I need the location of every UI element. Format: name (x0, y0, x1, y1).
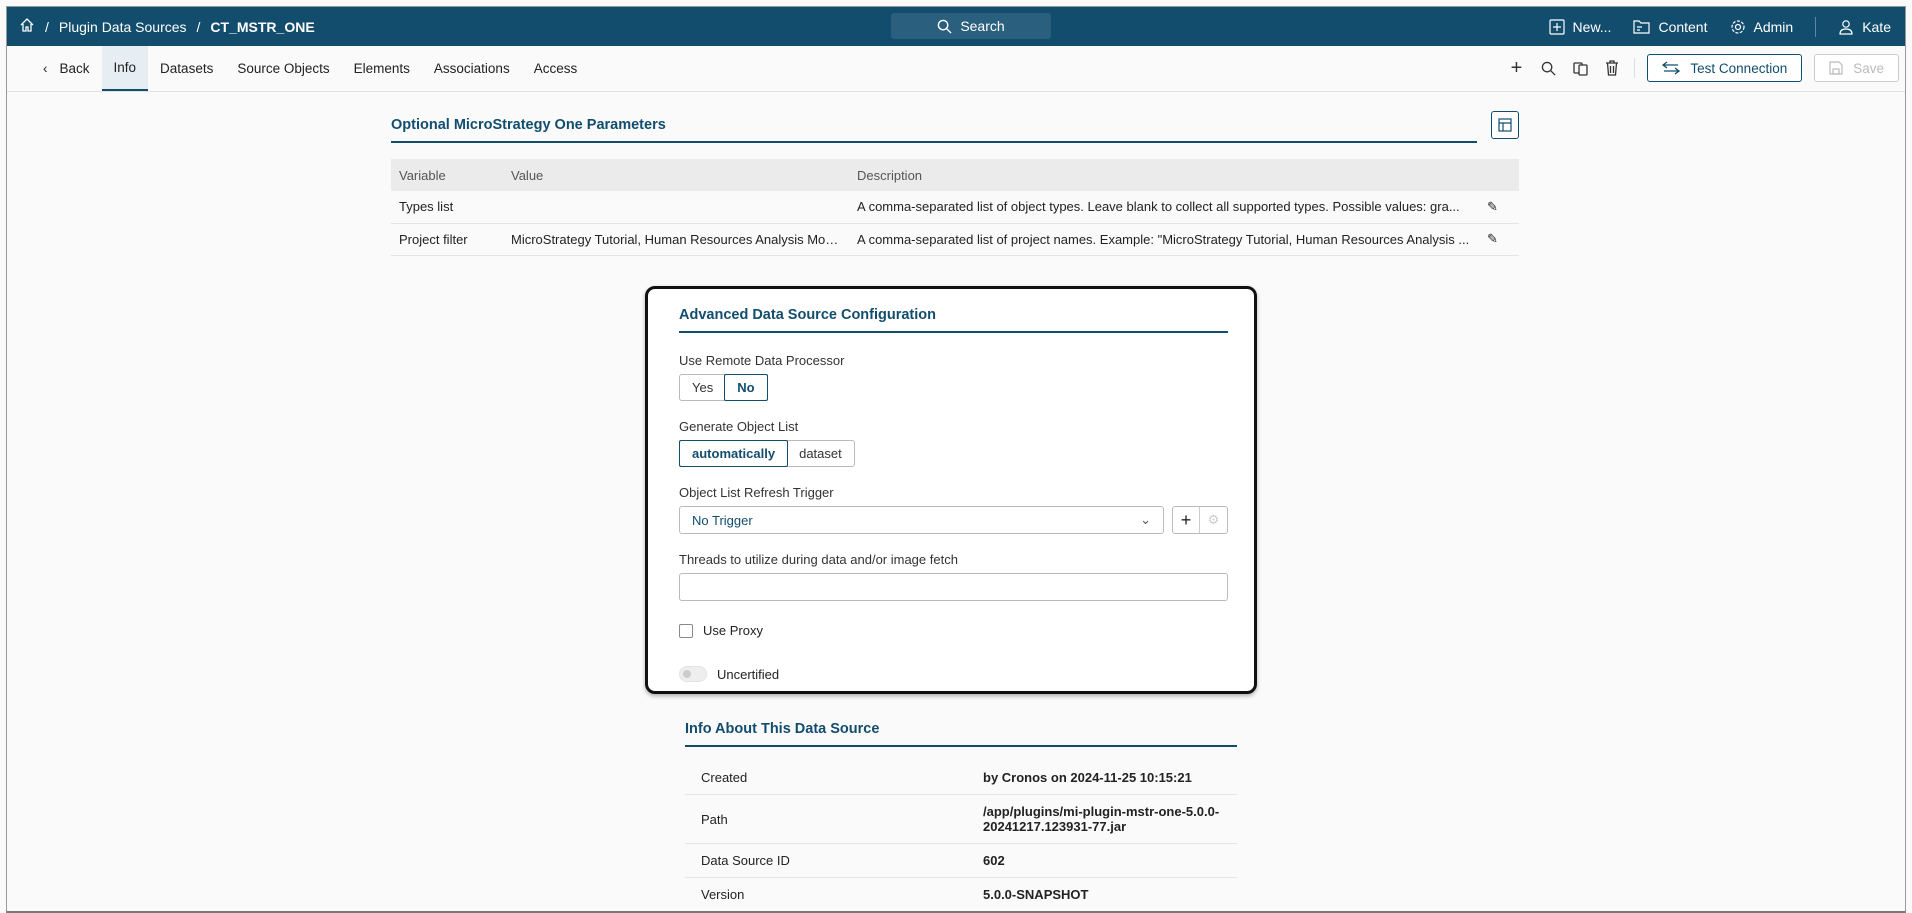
gear-icon (1730, 19, 1745, 34)
gear-icon[interactable]: ⚙ (1200, 507, 1227, 533)
tab-datasets[interactable]: Datasets (148, 46, 225, 91)
plus-square-icon (1548, 18, 1565, 35)
search-icon[interactable] (1538, 58, 1558, 78)
save-button[interactable]: Save (1814, 54, 1899, 82)
table-layout-button[interactable] (1491, 111, 1519, 139)
test-connection-button[interactable]: Test Connection (1647, 54, 1803, 82)
refresh-trigger-select[interactable]: No Trigger ⌄ (679, 506, 1164, 534)
search-button[interactable]: Search (891, 13, 1051, 39)
tab-info[interactable]: Info (101, 46, 149, 91)
table-row: Data Source ID 602 (685, 843, 1237, 878)
search-icon (938, 19, 952, 34)
chevron-down-icon: ⌄ (1140, 512, 1151, 527)
folder-icon (1633, 20, 1651, 34)
info-section: Info About This Data Source Created by Cr… (685, 721, 1237, 911)
section-title: Info About This Data Source (685, 721, 1237, 747)
remote-processor-toggle: Yes No (679, 374, 768, 401)
table-row: Types list A comma-separated list of obje… (391, 191, 1519, 224)
table-row: Path/app/plugins/mi-plugin-mstr-one-5.0.… (685, 794, 1237, 844)
save-icon (1829, 61, 1843, 75)
tab-bar: ‹ Back Info Datasets Source Objects Eleme… (7, 46, 1905, 92)
edit-pencil-icon[interactable]: ✎ (1479, 191, 1519, 224)
edit-pencil-icon[interactable]: ✎ (1479, 223, 1519, 256)
certified-toggle[interactable] (679, 666, 707, 682)
advanced-config-card: Advanced Data Source Configuration Use R… (645, 286, 1257, 694)
breadcrumb-current: CT_MSTR_ONE (210, 18, 315, 35)
new-button[interactable]: New... (1548, 18, 1611, 35)
table-row: Created by Cronos on 2024-11-25 10:15:21 (685, 761, 1237, 795)
breadcrumb-plugin-data-sources[interactable]: Plugin Data Sources (59, 19, 187, 35)
back-button[interactable]: ‹ Back (31, 46, 102, 91)
option-automatically[interactable]: automatically (679, 440, 789, 467)
table-icon (1498, 118, 1512, 132)
option-yes[interactable]: Yes (680, 375, 725, 400)
option-dataset[interactable]: dataset (787, 441, 854, 466)
divider (1815, 16, 1817, 37)
section-title: Optional MicroStrategy One Parameters (391, 117, 1477, 143)
info-table: Created by Cronos on 2024-11-25 10:15:21 … (685, 761, 1237, 911)
app-window: / Plugin Data Sources / CT_MSTR_ONE Sear… (6, 6, 1906, 913)
trash-icon[interactable] (1602, 58, 1622, 78)
breadcrumb: / Plugin Data Sources / CT_MSTR_ONE (7, 17, 315, 36)
optional-parameters-section: Optional MicroStrategy One Parameters Va… (391, 111, 1519, 256)
table-row: Version 5.0.0-SNAPSHOT (701, 887, 1089, 902)
top-bar: / Plugin Data Sources / CT_MSTR_ONE Sear… (7, 7, 1905, 46)
use-proxy-checkbox[interactable] (679, 623, 693, 638)
user-icon (1839, 19, 1853, 35)
user-menu[interactable]: Kate (1838, 19, 1891, 35)
generate-object-list-toggle: automatically dataset (679, 440, 855, 467)
tab-source-objects[interactable]: Source Objects (225, 46, 341, 91)
parameters-table: Variable Value Description Types list A com… (391, 159, 1519, 256)
copy-icon[interactable] (1570, 58, 1590, 78)
content-button[interactable]: Content (1633, 19, 1708, 35)
section-title: Advanced Data Source Configuration (679, 307, 1228, 333)
chevron-left-icon: ‹ (43, 61, 48, 76)
threads-input[interactable] (679, 573, 1228, 601)
tab-associations[interactable]: Associations (422, 46, 522, 91)
tab-elements[interactable]: Elements (342, 46, 422, 91)
admin-button[interactable]: Admin (1730, 19, 1793, 35)
option-no[interactable]: No (724, 374, 768, 401)
arrows-swap-icon (1662, 61, 1681, 75)
add-trigger-button[interactable]: + (1173, 507, 1200, 533)
home-icon[interactable] (19, 17, 35, 36)
tab-access[interactable]: Access (522, 46, 590, 91)
divider (1634, 58, 1636, 78)
table-row: Project filter MicroStrategy Tutorial, Hu… (391, 223, 1519, 256)
add-icon[interactable]: + (1506, 57, 1526, 79)
